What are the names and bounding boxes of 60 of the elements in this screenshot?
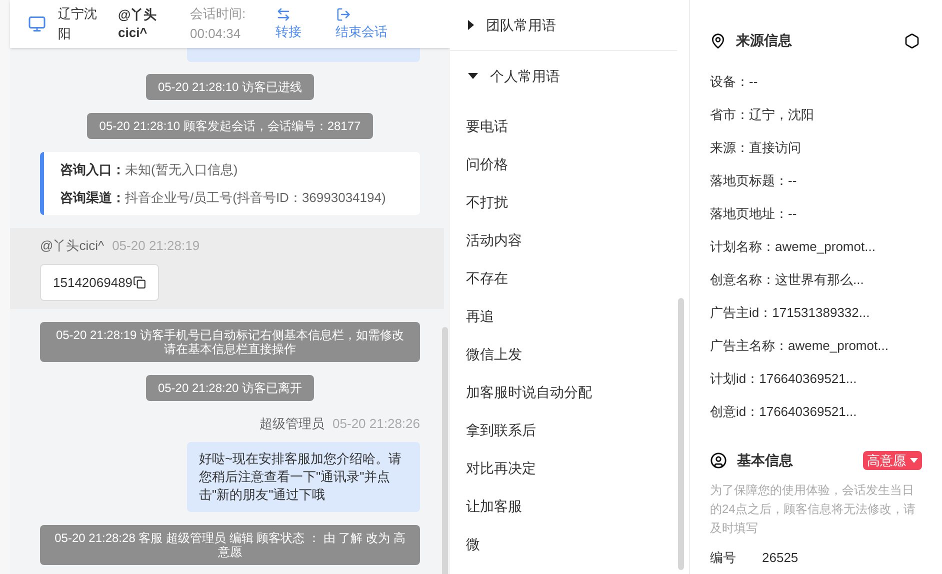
system-notice: 05-20 21:28:19 访客手机号已自动标记右侧基本信息栏，如需修改请在基本信息栏直接操作 (40, 322, 420, 362)
source-field: 计划id：176640369521... (710, 362, 922, 395)
phrase-item[interactable]: 不打扰 (450, 183, 689, 221)
monitor-icon (28, 15, 46, 33)
field-value: 26525 (762, 549, 798, 567)
phrase-item[interactable]: 微信上发 (450, 335, 689, 373)
info-value: 抖音企业号/员工号(抖音号ID：36993034194) (125, 188, 386, 207)
phrase-item[interactable]: 加客服时说自动分配 (450, 373, 689, 411)
system-notice: 05-20 21:28:20 访客已离开 (146, 375, 314, 401)
phone-number: 15142069489 (53, 274, 133, 292)
location-pin-icon (710, 32, 726, 48)
system-notice: 05-20 21:28:10 访客已进线 (146, 74, 314, 100)
info-label: 咨询渠道： (60, 188, 125, 206)
sender-name: 超级管理员 (260, 415, 325, 433)
source-field: 落地页标题：-- (710, 164, 922, 197)
visitor-location: 辽宁沈阳 (58, 5, 98, 43)
swap-icon (276, 6, 291, 22)
session-label: 会话时间: (190, 5, 246, 23)
scrollbar[interactable] (678, 298, 684, 570)
source-field: 省市：辽宁，沈阳 (710, 98, 922, 131)
copy-icon[interactable] (132, 276, 146, 289)
phrase-item[interactable]: 问价格 (450, 145, 689, 183)
source-field: 广告主名称：aweme_promot... (710, 329, 922, 362)
system-notice: 05-20 21:28:28 客服 超级管理员 编辑 顾客状态 ： 由 了解 改为 高意愿 (40, 524, 420, 564)
system-notice: 05-20 21:28:10 顾客发起会话，会话编号：28177 (87, 113, 373, 139)
message-bubble: 好哒~现在安排客服加您介绍哈。请您稍后注意查看一下"通讯录"并点击"新的朋友"通过下哦 (187, 442, 420, 512)
caret-right-icon (468, 20, 474, 30)
source-field: 来源：直接访问 (710, 131, 922, 164)
phrase-item[interactable]: 对比再决定 (450, 449, 689, 487)
phrase-item[interactable]: 微 (450, 525, 689, 563)
intent-dropdown[interactable]: 高意愿 (863, 450, 922, 470)
message-time: 05-20 21:28:26 (332, 415, 420, 433)
field-label: 编号 (710, 549, 736, 567)
settings-icon[interactable] (904, 32, 920, 48)
scrollbar[interactable] (442, 327, 448, 574)
section-title: 基本信息 (737, 451, 793, 470)
sender-name: @丫头cici^ (40, 237, 104, 255)
source-field: 广告主id：171531389332... (710, 296, 922, 329)
info-note: 为了保障您的使用体验，会话发生当日的24点之后，顾客信息将无法修改，请及时填写 (710, 482, 916, 537)
phrase-item[interactable]: 拿到联系后 (450, 411, 689, 449)
phrase-item[interactable]: 让加客服 (450, 487, 689, 525)
source-field: 创意名称：这世界有那么... (710, 263, 922, 296)
session-time: 00:04:34 (190, 25, 242, 43)
exit-icon (336, 6, 351, 22)
phrase-item[interactable]: 要电话 (450, 107, 689, 145)
source-field: 创意id：176640369521... (710, 395, 922, 428)
section-title: 来源信息 (736, 31, 792, 50)
info-value: 未知(暂无入口信息) (125, 161, 238, 179)
message-time: 05-20 21:28:19 (112, 237, 200, 255)
source-field: 设备：-- (710, 65, 922, 98)
visitor-name: @丫头cici^ (118, 6, 158, 42)
source-field: 落地页地址：-- (710, 197, 922, 230)
caret-down-icon (468, 73, 478, 79)
phrase-item[interactable]: 再追 (450, 297, 689, 335)
phrase-item[interactable]: 活动内容 (450, 221, 689, 259)
user-icon (710, 452, 727, 469)
source-field: 计划名称：aweme_promot... (710, 230, 922, 263)
info-label: 咨询入口： (60, 161, 125, 179)
caret-down-icon (910, 458, 918, 463)
phrase-item[interactable]: 不存在 (450, 259, 689, 297)
